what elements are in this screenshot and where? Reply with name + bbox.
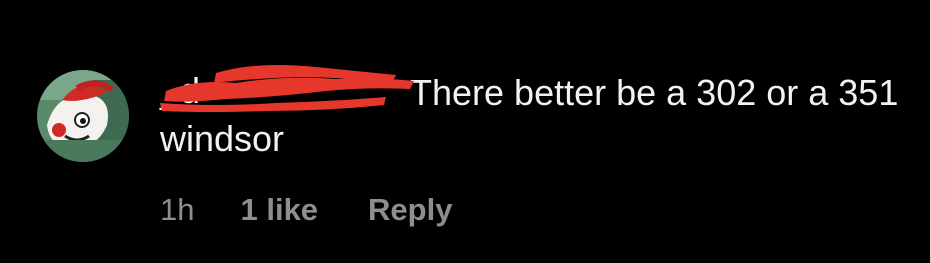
username-text: _d_ [160,70,221,111]
reply-button[interactable]: Reply [368,192,452,228]
comment-body: _d_ There better be a 302 or a 351 winds… [160,65,920,162]
likes-count-button[interactable]: 1 like [240,192,318,228]
avatar[interactable] [37,70,129,162]
comment-text: _d_ There better be a 302 or a 351 winds… [160,65,920,162]
timestamp: 1h [160,192,195,227]
comment-meta: 1h 1 like Reply [160,192,452,228]
username-link[interactable]: _d_ [160,65,414,112]
cartoon-character-avatar-icon [37,70,129,162]
comment: _d_ There better be a 302 or a 351 winds… [0,0,930,263]
